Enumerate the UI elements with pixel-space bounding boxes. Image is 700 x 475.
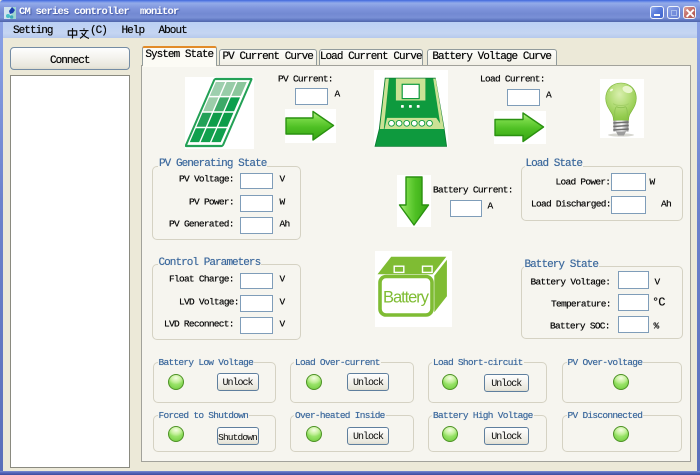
svg-text:Battery: Battery bbox=[383, 289, 430, 307]
